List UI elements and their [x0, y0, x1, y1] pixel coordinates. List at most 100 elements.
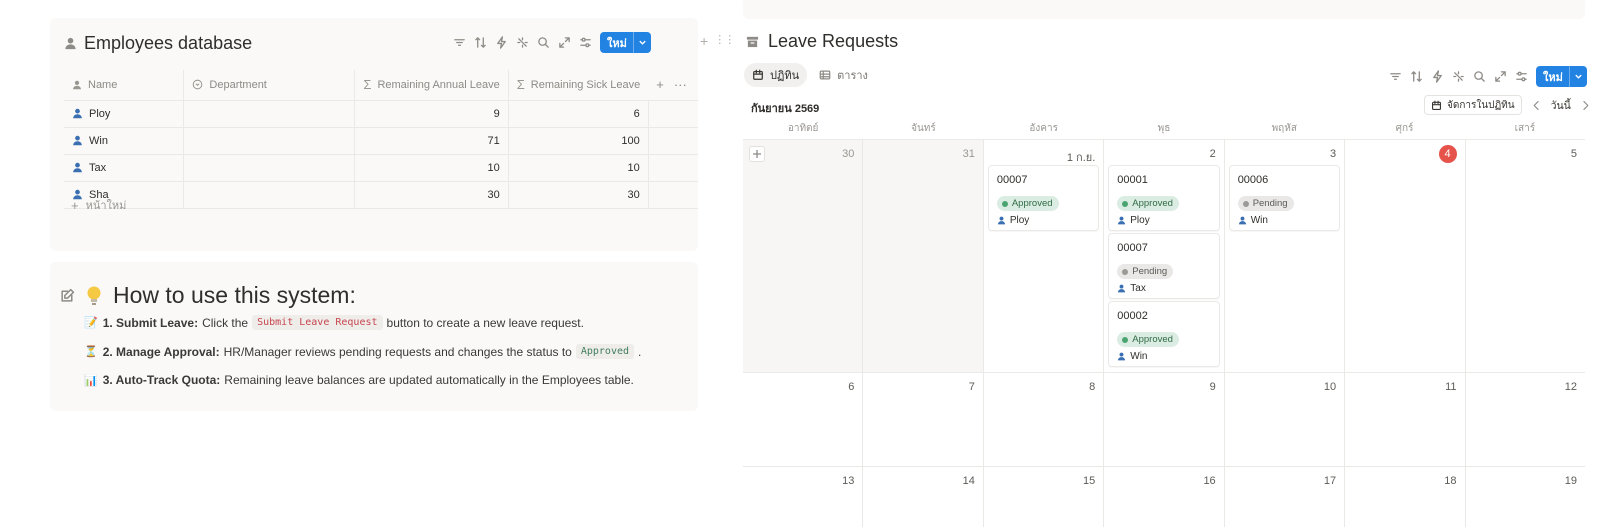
table-row[interactable]: Ploy 9 6	[64, 100, 698, 128]
weekday-label: อาทิตย์	[787, 123, 819, 134]
chevron-right-icon[interactable]	[1580, 100, 1591, 111]
manage-in-calendar-button[interactable]: จัดการในปฏิทิน	[1424, 95, 1522, 115]
status-text: Approved	[1132, 198, 1173, 209]
calendar-day[interactable]: 31	[862, 140, 983, 372]
column-header-department[interactable]: Department	[183, 70, 355, 101]
employee-sick-leave[interactable]: 100	[507, 127, 649, 155]
sort-icon[interactable]	[1410, 70, 1423, 83]
employee-department[interactable]	[183, 181, 355, 209]
expand-icon[interactable]	[558, 36, 571, 49]
calendar-day[interactable]: 17	[1223, 467, 1344, 527]
calendar-day[interactable]: 10	[1223, 373, 1344, 466]
automation-icon[interactable]	[1431, 70, 1444, 83]
leave-request-card[interactable]: 00007 Approved Ploy	[987, 165, 1100, 231]
calendar-day[interactable]: 5	[1464, 140, 1585, 372]
today-day-number: 4	[1438, 145, 1457, 163]
request-id: 00002	[1117, 310, 1148, 322]
employee-annual-leave[interactable]: 10	[354, 154, 509, 182]
expand-icon[interactable]	[1494, 70, 1507, 83]
column-header-sick[interactable]: Σ Remaining Sick Leave	[507, 70, 649, 101]
employee-annual-leave[interactable]: 30	[354, 181, 509, 209]
employee-annual-leave[interactable]: 71	[354, 127, 509, 155]
employee-sick-leave[interactable]: 30	[507, 181, 649, 209]
calendar-week: 30 31 1 ก.ย. 00007 Approved Ploy 2 00001…	[743, 140, 1585, 373]
add-column-icon[interactable]: +	[656, 77, 664, 92]
calendar-day[interactable]: 18	[1344, 467, 1464, 527]
employee-department[interactable]	[183, 154, 355, 182]
leave-request-card[interactable]: 00007 Pending Tax	[1108, 233, 1220, 299]
leave-request-card[interactable]: 00002 Approved Win	[1108, 301, 1220, 367]
table-icon	[819, 70, 831, 80]
tab-calendar[interactable]: ปฏิทิน	[744, 63, 808, 87]
search-icon[interactable]	[1473, 70, 1486, 83]
calendar-day[interactable]: 11	[1344, 373, 1464, 466]
how-to-callout: How to use this system: 📝 1. Submit Leav…	[50, 262, 698, 411]
today-button[interactable]: วันนี้	[1551, 97, 1571, 114]
settings-sliders-icon[interactable]	[1515, 70, 1528, 83]
calendar-day[interactable]: 12	[1464, 373, 1585, 466]
table-row[interactable]: Tax 10 10	[64, 154, 698, 182]
calendar-day[interactable]: 8	[982, 373, 1103, 466]
settings-sliders-icon[interactable]	[579, 36, 592, 49]
employees-db-title[interactable]: Employees database	[84, 33, 252, 54]
calendar-day[interactable]: 9	[1103, 373, 1223, 466]
employee-sick-leave[interactable]: 6	[507, 100, 649, 128]
calendar-day[interactable]: 14	[862, 467, 982, 527]
employee-sick-leave[interactable]: 10	[507, 154, 649, 182]
calendar-day[interactable]: 13	[743, 467, 862, 527]
calendar-day[interactable]: 3 00006 Pending Win	[1223, 140, 1344, 372]
calendar-day[interactable]: 6	[743, 373, 862, 466]
add-new-page-row[interactable]: + หน้าใหม่	[71, 196, 126, 214]
calendar-day[interactable]: 7	[862, 373, 982, 466]
calendar-day[interactable]: 30	[743, 140, 863, 372]
calendar-day[interactable]: 15	[982, 467, 1103, 527]
table-row[interactable]: Sha 30 30	[64, 181, 698, 209]
column-header-name[interactable]: Name	[64, 70, 184, 101]
person-icon	[73, 108, 82, 119]
chevron-down-icon[interactable]	[1568, 66, 1587, 87]
employee-department[interactable]	[183, 127, 355, 155]
search-icon[interactable]	[537, 36, 550, 49]
employee-annual-leave[interactable]: 9	[354, 100, 509, 128]
column-actions: + ···	[648, 70, 698, 101]
request-person: Tax	[1117, 283, 1146, 294]
leave-request-card[interactable]: 00001 Approved Ploy	[1108, 165, 1220, 231]
automation-icon[interactable]	[495, 36, 508, 49]
sort-icon[interactable]	[474, 36, 487, 49]
tab-label: ตาราง	[837, 70, 868, 82]
employees-new-button[interactable]: ใหม่	[600, 32, 651, 53]
table-row[interactable]: Win 71 100	[64, 127, 698, 155]
add-event-icon[interactable]	[749, 146, 765, 162]
leave-requests-title[interactable]: Leave Requests	[768, 31, 898, 52]
request-person: Ploy	[997, 215, 1029, 226]
leave-request-card[interactable]: 00006 Pending Win	[1228, 165, 1341, 231]
employee-department[interactable]	[183, 100, 355, 128]
calendar-day[interactable]: 4	[1344, 140, 1464, 372]
tab-label: ปฏิทิน	[770, 70, 800, 82]
drag-handle-icon[interactable]: ⋮⋮	[714, 33, 735, 49]
calendar-day[interactable]: 2 00001 Approved Ploy 00007 Pending Tax …	[1103, 140, 1223, 372]
sigma-icon: Σ	[363, 77, 372, 93]
filter-icon[interactable]	[1389, 70, 1402, 83]
calendar-icon	[753, 69, 763, 80]
leave-new-button[interactable]: ใหม่	[1536, 66, 1587, 87]
calendar-day[interactable]: 19	[1464, 467, 1585, 527]
chevron-down-icon[interactable]	[632, 32, 651, 53]
calendar-day[interactable]: 16	[1103, 467, 1223, 527]
day-number: 30	[842, 148, 855, 160]
employee-name: Tax	[89, 161, 107, 174]
day-number: 5	[1570, 148, 1577, 160]
employee-name: Ploy	[89, 107, 111, 120]
ai-autofill-icon[interactable]	[1452, 70, 1465, 83]
column-header-annual[interactable]: Σ Remaining Annual Leave	[354, 70, 509, 101]
chevron-left-icon[interactable]	[1531, 100, 1542, 111]
weekday-label: พุธ	[1157, 123, 1171, 134]
calendar-day[interactable]: 1 ก.ย. 00007 Approved Ploy	[982, 140, 1103, 372]
edit-icon[interactable]	[60, 288, 75, 303]
day-number: 18	[1444, 475, 1457, 487]
filter-icon[interactable]	[453, 36, 466, 49]
ai-autofill-icon[interactable]	[516, 36, 529, 49]
tab-table[interactable]: ตาราง	[811, 63, 876, 87]
add-block-icon[interactable]: +	[700, 33, 708, 49]
more-icon[interactable]: ···	[674, 77, 687, 92]
